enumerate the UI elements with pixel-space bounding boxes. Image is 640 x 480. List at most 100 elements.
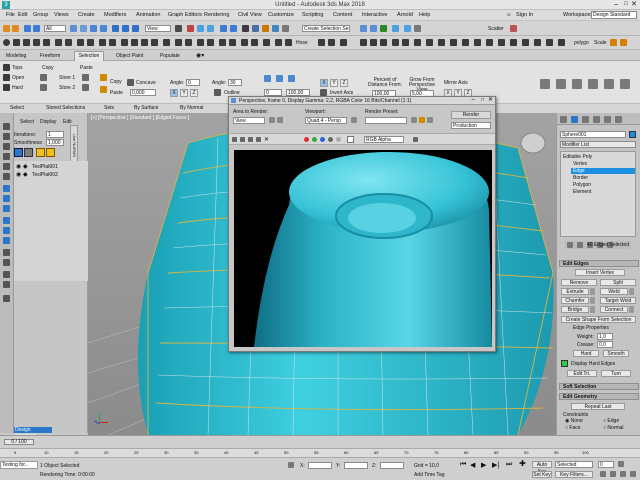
move-icon[interactable]	[112, 25, 119, 32]
morpher-icon[interactable]	[498, 39, 505, 46]
channel-dropdown[interactable]: RGB Alpha	[364, 136, 404, 143]
extrude-settings-icon[interactable]	[590, 288, 595, 295]
undo-icon[interactable]	[3, 25, 10, 32]
by-half-icon[interactable]	[288, 75, 295, 82]
use-nurms-icon[interactable]	[14, 148, 23, 157]
redo-icon[interactable]	[12, 25, 19, 32]
plane-icon[interactable]	[55, 39, 62, 46]
motion-tab-icon[interactable]	[593, 116, 600, 123]
spline-icon[interactable]	[251, 39, 258, 46]
menu-animation[interactable]: Animation	[136, 12, 160, 18]
turn-button[interactable]: Turn	[601, 370, 631, 377]
lock-viewport-icon[interactable]	[351, 117, 357, 123]
freeze-icon[interactable]: ◆	[23, 163, 28, 170]
tube-icon[interactable]	[65, 39, 72, 46]
ffd-icon[interactable]	[450, 39, 457, 46]
light-icon[interactable]	[275, 39, 282, 46]
render-close-icon[interactable]: ✕	[488, 96, 493, 103]
render-setup-small-icon[interactable]	[411, 117, 417, 123]
selection-set-dropdown[interactable]: Create Selection Se	[302, 25, 350, 32]
list-item[interactable]: ◉ ◆ TeslPlat002	[16, 171, 86, 178]
scatter-label[interactable]: Scatter	[488, 26, 504, 32]
filter-none-icon[interactable]	[3, 227, 10, 234]
stack-item-edge[interactable]: Edge	[571, 168, 635, 174]
clone-window-icon[interactable]	[248, 137, 253, 142]
menu-civil-view[interactable]: Civil View	[238, 12, 262, 18]
green-channel-icon[interactable]	[312, 137, 317, 142]
filter-helpers-icon[interactable]	[3, 163, 10, 170]
copy-image-icon[interactable]	[240, 137, 245, 142]
layer-explorer-icon[interactable]	[242, 25, 249, 32]
menu-arnold[interactable]: Arnold	[397, 12, 413, 18]
hard-edge-color-swatch[interactable]	[561, 360, 568, 367]
spacewarp-icon[interactable]	[328, 39, 335, 46]
copy-label-b[interactable]: Copy	[110, 79, 122, 85]
menu-graph-editors[interactable]: Graph Editors	[168, 12, 202, 18]
outline-icon[interactable]	[214, 89, 221, 96]
skin-icon[interactable]	[510, 39, 517, 46]
uvw-map-icon[interactable]	[462, 39, 469, 46]
ribbon-extra6-icon[interactable]	[620, 79, 630, 89]
store2-icon[interactable]	[40, 84, 47, 91]
ribbon-extra5-icon[interactable]	[604, 79, 614, 89]
store1-label[interactable]: Store 1	[59, 75, 75, 81]
noise-icon[interactable]	[392, 39, 399, 46]
target-weld-button[interactable]: Target Weld	[600, 297, 636, 304]
teapot-icon[interactable]	[87, 39, 94, 46]
graphite-toggle-icon[interactable]	[252, 25, 259, 32]
viewport-label[interactable]: [+] [Perspective ] [Standard ] [Edged Fa…	[91, 115, 189, 121]
paste-label-a[interactable]: Paste	[80, 65, 93, 71]
sphere-icon[interactable]	[3, 39, 10, 46]
scale-label[interactable]: Scale	[594, 40, 607, 46]
filter-lights-icon[interactable]	[3, 143, 10, 150]
extrude-button[interactable]: Extrude	[561, 288, 589, 295]
bend-icon[interactable]	[360, 39, 367, 46]
key-selection-dropdown[interactable]: Selected	[555, 461, 593, 468]
split-button[interactable]: Split	[600, 279, 636, 286]
mirror-y-button[interactable]: Y	[330, 79, 338, 87]
angle-snap-icon[interactable]	[197, 25, 204, 32]
ribbon-options-icon[interactable]: ◉▾	[196, 52, 204, 59]
c-ext-icon[interactable]	[241, 39, 248, 46]
swatch-icon[interactable]	[347, 136, 354, 143]
alpha-channel-icon[interactable]	[328, 137, 333, 142]
mirror-axis-label[interactable]: Mirror Axis	[444, 80, 468, 86]
repeat-last-button[interactable]: Repeat Last	[571, 403, 625, 410]
unlink-icon[interactable]	[33, 25, 40, 32]
paste-set-icon[interactable]	[100, 86, 107, 93]
sign-in-link[interactable]: Sign In	[516, 12, 533, 18]
open-icon[interactable]	[3, 74, 10, 81]
current-frame-input[interactable]: 0	[598, 461, 614, 468]
tab-populate[interactable]: Populate	[160, 53, 180, 59]
modify-tab-icon[interactable]	[571, 116, 578, 123]
show-end-result-icon[interactable]	[577, 242, 583, 248]
stack-item-polygon[interactable]: Polygon	[573, 182, 591, 188]
track-bar[interactable]: 5 10 15 20 25 30 35 40 45 50 55 60 65 70…	[0, 448, 640, 458]
box-icon[interactable]	[13, 39, 20, 46]
chamfer-box-icon[interactable]	[121, 39, 128, 46]
iterations-input[interactable]: 1	[46, 131, 64, 138]
twist-icon[interactable]	[370, 39, 377, 46]
orbit-icon[interactable]	[620, 471, 626, 477]
stack-item-vertex[interactable]: Vertex	[573, 161, 587, 167]
concave-label[interactable]: Concave	[136, 80, 156, 86]
show-cage-icon[interactable]	[46, 148, 55, 157]
render-iterative-icon[interactable]	[414, 25, 421, 32]
pivot-input[interactable]: 100,00	[286, 89, 310, 96]
chamfer-settings-icon[interactable]	[590, 297, 595, 304]
l-ext-icon[interactable]	[229, 39, 236, 46]
pin-stack-icon[interactable]	[567, 242, 573, 248]
close-icon[interactable]: ✕	[631, 0, 637, 8]
print-image-icon[interactable]	[256, 137, 261, 142]
clear-icon[interactable]: ✕	[264, 136, 269, 143]
auto-key-button[interactable]: Auto Key	[532, 461, 552, 475]
toggle-ui-icon[interactable]	[413, 137, 418, 142]
rotate-icon[interactable]	[122, 25, 129, 32]
sort-icon[interactable]	[3, 259, 10, 266]
select-by-name-icon[interactable]	[80, 25, 87, 32]
store2-paste-icon[interactable]	[82, 84, 89, 91]
rectangular-selection-icon[interactable]	[90, 25, 97, 32]
edit-edges-rollout[interactable]: Edit Edges	[559, 260, 639, 267]
effects-icon[interactable]	[427, 117, 433, 123]
find-icon[interactable]	[3, 249, 10, 256]
